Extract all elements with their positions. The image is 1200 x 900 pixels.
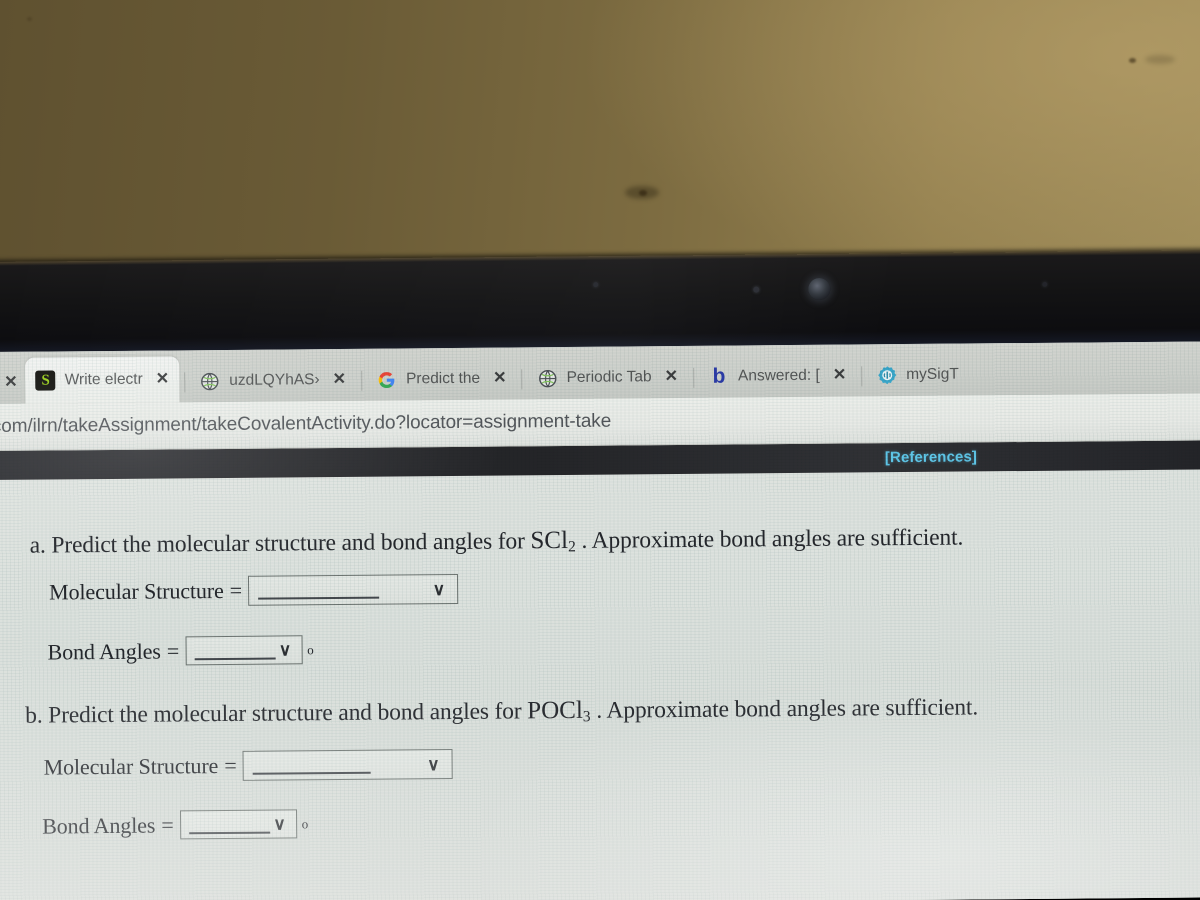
tab-title: mySigT: [906, 365, 959, 384]
blank-underline: [252, 771, 371, 775]
tab-close-button[interactable]: ✕: [660, 368, 682, 385]
google-g-icon: [377, 369, 397, 389]
tab-divider: [692, 367, 695, 388]
browser-tab-strip: ✕ S Write electr ✕ uzdLQYhAS› ✕ Predict …: [0, 341, 1200, 404]
tab-divider: [360, 370, 363, 391]
tab-title: Write electr: [64, 370, 143, 389]
tab-divider: [521, 369, 523, 390]
chevron-down-icon[interactable]: ∨: [433, 580, 446, 599]
formula-subscript: 2: [567, 538, 576, 556]
formula-main: POCl: [527, 696, 583, 725]
bond-angles-label-a: Bond Angles: [47, 638, 161, 665]
references-link[interactable]: [References]: [885, 448, 977, 466]
tab-close-partial-left[interactable]: ✕: [0, 372, 26, 404]
globe-icon: [200, 371, 220, 391]
molecular-structure-row-b: Molecular Structure = ∨: [43, 748, 453, 783]
blank-underline: [188, 831, 270, 835]
chevron-down-icon[interactable]: ∨: [427, 755, 440, 774]
tab-divider: [861, 366, 863, 387]
tab-title: Periodic Tab: [566, 368, 652, 386]
molecular-structure-select-b[interactable]: ∨: [242, 748, 453, 781]
photograph-of-laptop-screen: ✕ S Write electr ✕ uzdLQYhAS› ✕ Predict …: [0, 0, 1200, 900]
globe-icon: [537, 368, 557, 388]
blank-underline: [258, 596, 380, 600]
assignment-content: a. Predict the molecular structure and b…: [0, 469, 1200, 900]
bond-angles-select-b[interactable]: ∨: [179, 809, 297, 840]
question-b-text-before: Predict the molecular structure and bond…: [48, 698, 522, 729]
question-a-prompt: a. Predict the molecular structure and b…: [30, 524, 964, 562]
bond-angles-select-a[interactable]: ∨: [185, 635, 303, 666]
question-a-text-before: Predict the molecular structure and bond…: [51, 528, 525, 559]
bond-angles-row-a: Bond Angles = ∨ o: [47, 635, 314, 666]
chevron-down-icon[interactable]: ∨: [273, 814, 286, 833]
laptop-screen: ✕ S Write electr ✕ uzdLQYhAS› ✕ Predict …: [0, 341, 1200, 900]
tab-close-button[interactable]: ✕: [329, 371, 351, 388]
room-wall-background: [0, 0, 1200, 272]
tab-title: Answered: [: [737, 366, 820, 385]
question-b-marker: b.: [25, 702, 43, 729]
formula-subscript: 3: [582, 708, 591, 726]
bond-angles-row-b: Bond Angles = ∨ o: [42, 809, 308, 840]
molecular-structure-label-a: Molecular Structure: [48, 577, 224, 605]
tab-close-button[interactable]: ✕: [489, 370, 511, 387]
browser-tab-predict-the[interactable]: Predict the ✕: [367, 357, 517, 400]
slader-s-icon: S: [35, 370, 56, 391]
molecular-structure-label-b: Molecular Structure: [43, 753, 219, 780]
question-b-formula: POCl3: [527, 697, 591, 725]
equals-sign: =: [161, 811, 174, 838]
tab-title: Predict the: [405, 369, 481, 388]
browser-tab-answered[interactable]: b Answered: [ ✕: [699, 354, 857, 397]
browser-tab-periodic-table[interactable]: Periodic Tab ✕: [527, 356, 688, 399]
question-b-prompt: b. Predict the molecular structure and b…: [25, 693, 978, 731]
tab-close-button[interactable]: ✕: [152, 370, 174, 387]
browser-tab-write-electron[interactable]: S Write electr ✕: [25, 356, 180, 404]
bond-angles-label-b: Bond Angles: [42, 812, 156, 839]
question-a-marker: a.: [29, 532, 46, 559]
degree-unit-b: o: [301, 815, 309, 831]
molecular-structure-row-a: Molecular Structure = ∨: [48, 573, 459, 608]
question-a-formula: SCl2: [530, 526, 576, 556]
browser-tab-mysigt[interactable]: mySigT: [867, 354, 965, 397]
equals-sign: =: [224, 752, 237, 778]
tab-divider: [184, 372, 186, 393]
equals-sign: =: [166, 637, 180, 663]
tab-title: uzdLQYhAS›: [229, 371, 320, 389]
bartleby-b-icon: b: [712, 364, 726, 388]
molecular-structure-select-a[interactable]: ∨: [248, 573, 459, 606]
formula-main: SCl: [530, 526, 569, 555]
question-b-text-after: . Approximate bond angles are sufficient…: [596, 694, 979, 724]
tab-close-button[interactable]: ✕: [829, 367, 851, 384]
chevron-down-icon[interactable]: ∨: [279, 640, 292, 659]
browser-tab-uzdlqyhas[interactable]: uzdLQYhAS› ✕: [190, 359, 356, 402]
blank-underline: [194, 657, 276, 661]
mysigt-badge-icon: [877, 365, 897, 385]
equals-sign: =: [229, 577, 243, 603]
address-bar-url[interactable]: .com/ilrn/takeAssignment/takeCovalentAct…: [0, 411, 611, 438]
degree-unit-a: o: [307, 641, 314, 657]
question-a-text-after: . Approximate bond angles are sufficient…: [581, 524, 964, 554]
